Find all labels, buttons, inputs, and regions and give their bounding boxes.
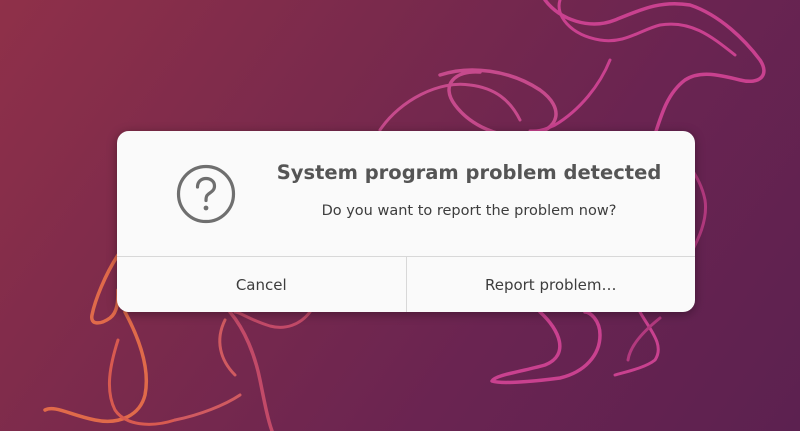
dialog-message: Do you want to report the problem now? xyxy=(321,203,617,219)
dialog-button-row: Cancel Report problem… xyxy=(117,256,695,312)
desktop-wallpaper: System program problem detected Do you w… xyxy=(0,0,800,431)
question-mark-icon xyxy=(176,164,236,224)
dialog-title: System program problem detected xyxy=(276,161,662,184)
report-problem-button[interactable]: Report problem… xyxy=(405,257,696,312)
cancel-button[interactable]: Cancel xyxy=(117,257,406,312)
problem-report-dialog: System program problem detected Do you w… xyxy=(117,131,695,312)
